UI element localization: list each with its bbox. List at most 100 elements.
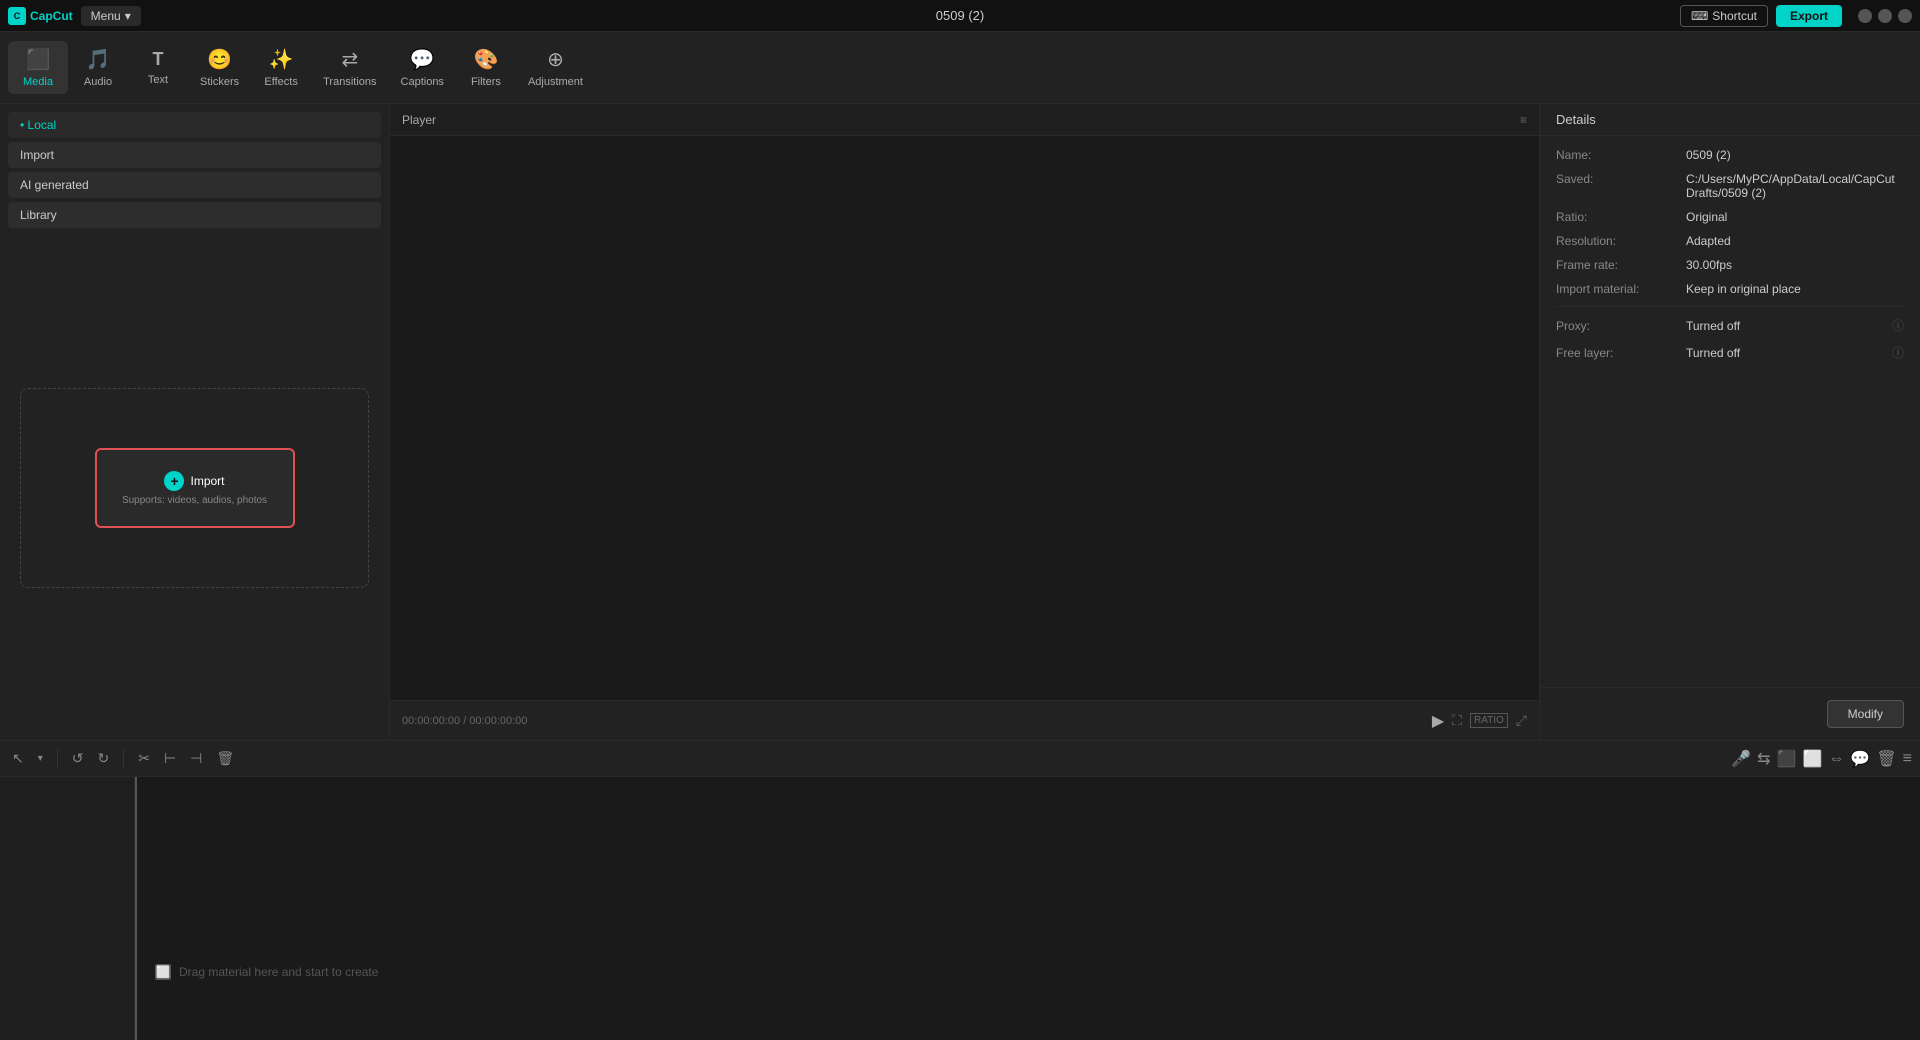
media-icon: ⬛ (26, 47, 51, 72)
redo-button[interactable]: ↻ (94, 746, 114, 771)
top-bar: C CapCut Menu ▾ 0509 (2) ⌨ Shortcut Expo… (0, 0, 1920, 32)
effects-icon: ✨ (269, 47, 294, 72)
time-total: 00:00:00:00 (469, 715, 527, 727)
toolbar-item-audio[interactable]: 🎵 Audio (68, 41, 128, 94)
menu-button[interactable]: Menu ▾ (81, 6, 141, 26)
timeline-placeholder-text: Drag material here and start to create (179, 965, 378, 979)
modify-button[interactable]: Modify (1827, 700, 1904, 728)
import-area: + Import Supports: videos, audios, photo… (0, 236, 389, 740)
detail-import-material-value: Keep in original place (1686, 282, 1904, 296)
time-current: 00:00:00:00 (402, 715, 460, 727)
detail-free-layer-inner: Free layer: Turned off (1556, 346, 1740, 360)
detail-resolution-label: Resolution: (1556, 234, 1686, 248)
details-title: Details (1556, 112, 1596, 127)
tl-icon-4[interactable]: ⇔ (1828, 750, 1844, 768)
close-button[interactable] (1898, 9, 1912, 23)
tl-icon-5[interactable]: 💬 (1850, 749, 1870, 769)
detail-free-layer-row: Free layer: Turned off ⓘ (1556, 344, 1904, 361)
timeline-toolbar: ↖ ▾ ↺ ↻ ✂ ⊢ ⊣ 🗑 🎤 ⇆ ⬛ ⬜ ⇔ 💬 🗑 ≡ (0, 741, 1920, 777)
toolbar-item-stickers[interactable]: 😊 Stickers (188, 41, 251, 94)
shortcut-button[interactable]: ⌨ Shortcut (1680, 5, 1768, 27)
nav-library-button[interactable]: Library (8, 202, 381, 228)
toolbar-item-adjustment[interactable]: ⊕ Adjustment (516, 41, 595, 94)
time-display: 00:00:00:00 / 00:00:00:00 (402, 715, 1424, 727)
delete-button[interactable]: 🗑 (212, 746, 238, 771)
menu-chevron-icon: ▾ (125, 9, 131, 23)
import-box-top: + Import (164, 471, 224, 491)
nav-ai-generated-button[interactable]: AI generated (8, 172, 381, 198)
detail-resolution-value: Adapted (1686, 234, 1904, 248)
ratio-icon[interactable]: RATIO (1470, 713, 1508, 728)
toolbar-item-media[interactable]: ⬛ Media (8, 41, 68, 94)
mic-icon[interactable]: 🎤 (1731, 749, 1751, 769)
nav-local-button[interactable]: • Local (8, 112, 381, 138)
split-button[interactable]: ✂ (134, 746, 154, 771)
player-title: Player (402, 113, 436, 127)
detail-saved-row: Saved: C:/Users/MyPC/AppData/Local/CapCu… (1556, 172, 1904, 200)
detail-framerate-label: Frame rate: (1556, 258, 1686, 272)
cursor-tool-button[interactable]: ↖ (8, 746, 28, 771)
top-bar-right: ⌨ Shortcut Export (1680, 5, 1912, 27)
keyboard-icon: ⌨ (1691, 9, 1708, 23)
logo-icon: C (8, 7, 26, 25)
logo: C CapCut (8, 7, 73, 25)
details-body: Name: 0509 (2) Saved: C:/Users/MyPC/AppD… (1540, 136, 1920, 687)
tl-icon-2[interactable]: ⬛ (1777, 749, 1797, 769)
detail-saved-value: C:/Users/MyPC/AppData/Local/CapCut Draft… (1686, 172, 1904, 200)
tl-icon-1[interactable]: ⇆ (1757, 749, 1770, 769)
toolbar-item-captions[interactable]: 💬 Captions (389, 41, 456, 94)
minimize-button[interactable] (1858, 9, 1872, 23)
detail-framerate-value: 30.00fps (1686, 258, 1904, 272)
trim-start-button[interactable]: ⊢ (160, 746, 180, 771)
import-button[interactable]: + Import Supports: videos, audios, photo… (95, 448, 295, 528)
plus-icon: + (164, 471, 184, 491)
tl-divider-1 (57, 749, 58, 769)
maximize-button[interactable] (1878, 9, 1892, 23)
filters-label: Filters (471, 76, 501, 88)
text-label: Text (148, 74, 168, 86)
undo-button[interactable]: ↺ (68, 746, 88, 771)
cursor-dropdown-button[interactable]: ▾ (34, 749, 47, 768)
text-icon: T (153, 49, 164, 70)
toolbar-item-effects[interactable]: ✨ Effects (251, 41, 311, 94)
free-layer-info-icon[interactable]: ⓘ (1892, 344, 1904, 361)
tl-icon-6[interactable]: 🗑 (1876, 749, 1896, 769)
play-button[interactable]: ▶ (1432, 711, 1444, 731)
top-bar-left: C CapCut Menu ▾ (8, 6, 141, 26)
main-content: • Local Import AI generated Library + Im… (0, 104, 1920, 740)
toolbar: ⬛ Media 🎵 Audio T Text 😊 Stickers ✨ Effe… (0, 32, 1920, 104)
tl-icon-3[interactable]: ⬜ (1803, 749, 1823, 769)
captions-icon: 💬 (410, 47, 435, 72)
toolbar-item-transitions[interactable]: ⇄ Transitions (311, 41, 388, 94)
trim-end-button[interactable]: ⊣ (186, 746, 206, 771)
detail-ratio-row: Ratio: Original (1556, 210, 1904, 224)
nav-import-button[interactable]: Import (8, 142, 381, 168)
expand-icon[interactable]: ⤢ (1516, 712, 1527, 729)
details-header: Details (1540, 104, 1920, 136)
tl-icon-7[interactable]: ≡ (1903, 750, 1912, 768)
detail-ratio-value: Original (1686, 210, 1904, 224)
detail-resolution-row: Resolution: Adapted (1556, 234, 1904, 248)
transitions-icon: ⇄ (341, 47, 358, 72)
details-divider (1556, 306, 1904, 307)
player-controls: 00:00:00:00 / 00:00:00:00 ▶ ⛶ RATIO ⤢ (390, 700, 1539, 740)
toolbar-item-text[interactable]: T Text (128, 43, 188, 92)
menu-label: Menu (91, 9, 121, 23)
details-footer: Modify (1540, 687, 1920, 740)
detail-import-material-label: Import material: (1556, 282, 1686, 296)
player-menu-icon[interactable]: ≡ (1520, 113, 1527, 127)
export-button[interactable]: Export (1776, 5, 1842, 27)
shortcut-label: Shortcut (1712, 9, 1757, 23)
import-sublabel: Supports: videos, audios, photos (122, 495, 267, 506)
detail-name-label: Name: (1556, 148, 1686, 162)
detail-ratio-label: Ratio: (1556, 210, 1686, 224)
stickers-label: Stickers (200, 76, 239, 88)
effects-label: Effects (264, 76, 297, 88)
proxy-info-icon[interactable]: ⓘ (1892, 317, 1904, 334)
transitions-label: Transitions (323, 76, 376, 88)
fullscreen-icon[interactable]: ⛶ (1452, 712, 1462, 729)
toolbar-item-filters[interactable]: 🎨 Filters (456, 41, 516, 94)
player-header: Player ≡ (390, 104, 1539, 136)
audio-label: Audio (84, 76, 112, 88)
detail-import-material-row: Import material: Keep in original place (1556, 282, 1904, 296)
